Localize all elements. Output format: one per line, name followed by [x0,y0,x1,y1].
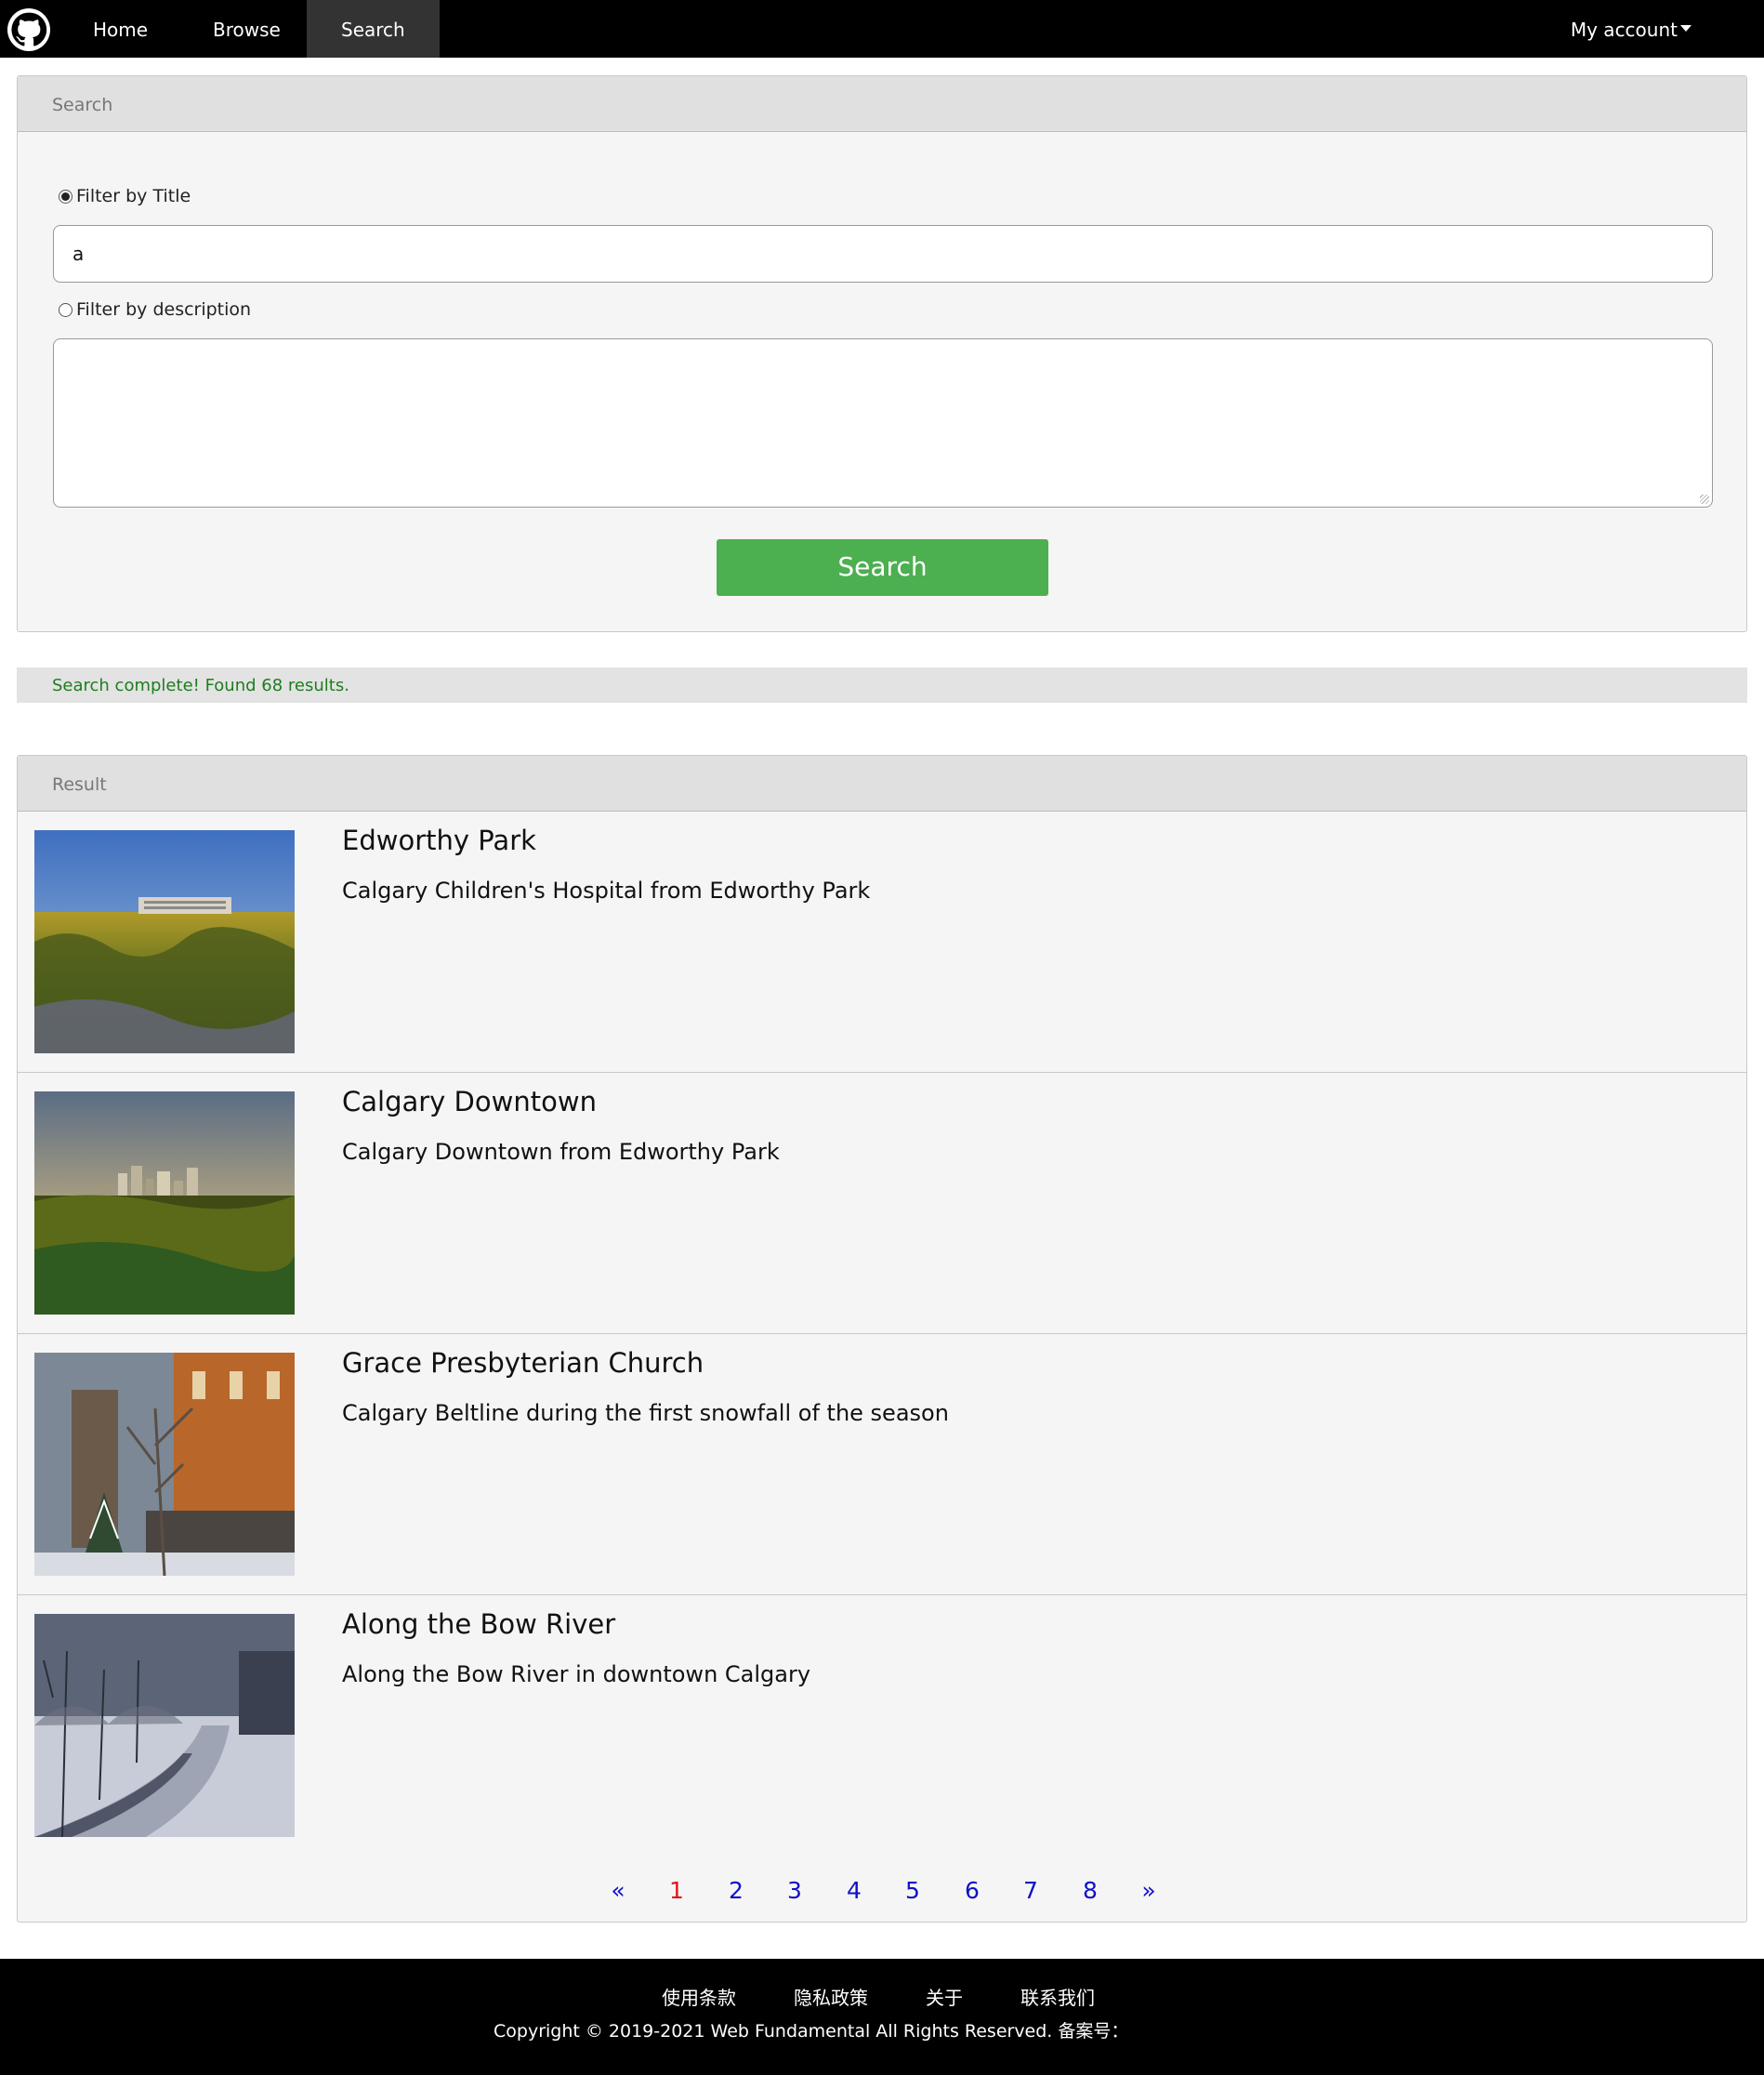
result-item[interactable]: Grace Presbyterian Church Calgary Beltli… [18,1334,1746,1595]
result-description: Along the Bow River in downtown Calgary [342,1661,811,1687]
result-item[interactable]: Edworthy Park Calgary Children's Hospita… [18,812,1746,1073]
github-icon[interactable] [7,8,50,51]
footer: 使用条款 隐私政策 关于 联系我们 Copyright © 2019-2021 … [0,1959,1764,2075]
search-button[interactable]: Search [717,539,1048,596]
account-label: My account [1570,19,1678,41]
pagination-page-3[interactable]: 3 [776,1877,813,1904]
pagination-page-8[interactable]: 8 [1072,1877,1109,1904]
search-panel: Search Filter by Title a Filter by descr… [17,75,1747,632]
result-title[interactable]: Along the Bow River [342,1608,615,1640]
result-description: Calgary Downtown from Edworthy Park [342,1139,780,1165]
filter-title-option[interactable]: Filter by Title [59,186,191,206]
result-title[interactable]: Calgary Downtown [342,1086,597,1117]
landscape-park-hospital-photo[interactable] [34,830,295,1053]
title-search-input[interactable]: a [53,225,1713,283]
filter-title-radio[interactable] [59,189,72,204]
copyright-text: Copyright © 2019-2021 Web Fundamental Al… [494,2021,1129,2042]
result-item[interactable]: Calgary Downtown Calgary Downtown from E… [18,1073,1746,1334]
pagination: « 1 2 3 4 5 6 7 8 » [18,1877,1746,1914]
pagination-page-7[interactable]: 7 [1012,1877,1049,1904]
result-item[interactable]: Along the Bow River Along the Bow River … [18,1595,1746,1857]
filter-description-option[interactable]: Filter by description [59,299,251,320]
pagination-page-2[interactable]: 2 [717,1877,755,1904]
search-status-message: Search complete! Found 68 results. [17,667,1747,703]
city-skyline-photo[interactable] [34,1091,295,1315]
nav-search[interactable]: Search [307,0,440,58]
footer-link-about[interactable]: 关于 [926,1983,963,2010]
filter-description-label: Filter by description [76,299,252,320]
nav-home[interactable]: Home [59,0,182,58]
result-description: Calgary Children's Hospital from Edworth… [342,878,871,904]
chevron-down-icon [1680,25,1692,32]
top-navbar: Home Browse Search My account [0,0,1764,58]
footer-link-terms[interactable]: 使用条款 [662,1983,736,2010]
result-panel: Result Edworthy Park Calgary Children's … [17,755,1747,1923]
pagination-prev[interactable]: « [599,1877,637,1904]
resize-handle-icon[interactable] [1700,495,1709,504]
result-panel-header: Result [18,756,1746,812]
filter-title-label: Filter by Title [76,186,191,206]
result-title[interactable]: Grace Presbyterian Church [342,1347,704,1379]
pagination-page-4[interactable]: 4 [836,1877,873,1904]
pagination-next[interactable]: » [1130,1877,1167,1904]
pagination-page-1[interactable]: 1 [658,1877,695,1904]
footer-link-contact[interactable]: 联系我们 [1020,1983,1095,2010]
snowy-path-photo[interactable] [34,1614,295,1837]
pagination-page-6[interactable]: 6 [954,1877,991,1904]
result-title[interactable]: Edworthy Park [342,825,536,856]
nav-browse[interactable]: Browse [178,0,315,58]
footer-link-privacy[interactable]: 隐私政策 [794,1983,868,2010]
search-panel-header: Search [18,76,1746,132]
filter-description-radio[interactable] [59,302,72,317]
snowy-church-photo[interactable] [34,1353,295,1576]
description-textarea[interactable] [53,338,1713,508]
pagination-page-5[interactable]: 5 [894,1877,931,1904]
result-description: Calgary Beltline during the first snowfa… [342,1400,949,1426]
account-menu[interactable]: My account [1571,0,1692,58]
